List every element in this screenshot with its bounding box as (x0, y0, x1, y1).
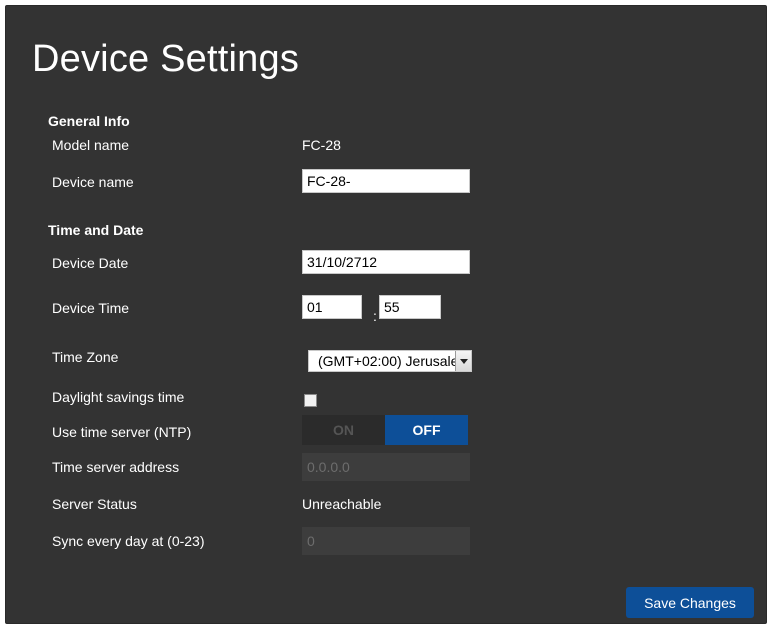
model-name-value: FC-28 (302, 137, 341, 153)
ntp-label: Use time server (NTP) (52, 424, 192, 440)
device-time-minute-input[interactable] (379, 295, 441, 319)
device-name-label: Device name (52, 174, 134, 190)
sync-hour-input (302, 527, 470, 555)
device-name-input[interactable] (302, 169, 470, 193)
device-date-input[interactable] (302, 250, 470, 274)
ntp-off-option[interactable]: OFF (385, 415, 468, 445)
general-info-heading: General Info (48, 113, 130, 129)
time-server-address-label: Time server address (52, 459, 180, 475)
ntp-toggle[interactable]: ON OFF (302, 415, 468, 445)
chevron-down-icon[interactable] (455, 351, 471, 371)
time-zone-select[interactable]: (GMT+02:00) Jerusalem (308, 350, 472, 372)
time-and-date-heading: Time and Date (48, 222, 144, 238)
time-zone-label: Time Zone (52, 349, 119, 365)
page-title: Device Settings (32, 38, 300, 80)
sync-hour-label: Sync every day at (0-23) (52, 533, 205, 549)
daylight-savings-checkbox[interactable] (304, 394, 317, 407)
model-name-label: Model name (52, 137, 130, 153)
daylight-savings-label: Daylight savings time (52, 389, 185, 405)
time-server-address-input (302, 453, 470, 481)
save-changes-button[interactable]: Save Changes (626, 587, 754, 618)
time-separator: : (373, 308, 377, 324)
device-settings-panel: Device Settings General Info Model name … (5, 5, 767, 624)
device-time-hour-input[interactable] (302, 295, 362, 319)
server-status-label: Server Status (52, 496, 137, 512)
server-status-value: Unreachable (302, 496, 382, 512)
ntp-on-option[interactable]: ON (302, 415, 385, 445)
time-zone-selected-value: (GMT+02:00) Jerusalem (318, 353, 456, 369)
device-date-label: Device Date (52, 255, 129, 271)
device-time-label: Device Time (52, 300, 130, 316)
